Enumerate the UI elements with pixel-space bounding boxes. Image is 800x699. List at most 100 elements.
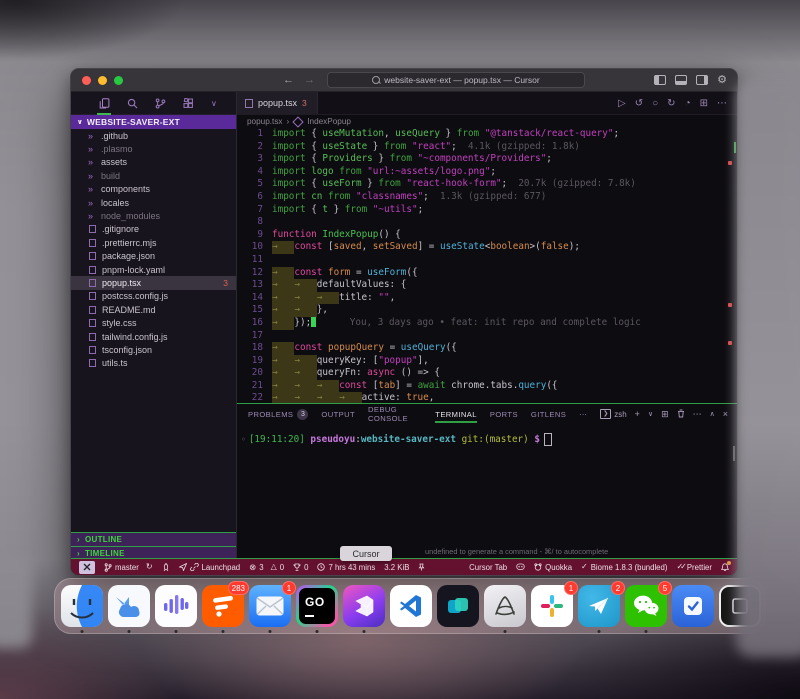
dock-icon-cursor[interactable] [343,585,385,627]
tree-file-tsconfig-json[interactable]: tsconfig.json [71,343,236,356]
tree-file-popup-tsx[interactable]: popup.tsx3 [71,276,236,289]
close-panel-icon[interactable]: × [723,409,728,419]
tree-file-readme-md[interactable]: README.md [71,303,236,316]
dock-icon-waveform-app[interactable] [155,585,197,627]
panel-tab-debug-console[interactable]: DEBUG CONSOLE [368,405,422,423]
search-icon[interactable] [127,98,138,109]
panel-tab--[interactable]: ⋯ [579,410,587,419]
tree-file-postcss-config-js[interactable]: postcss.config.js [71,290,236,303]
run-timer-icon[interactable]: ◔ [685,98,691,109]
panel-controls: ❯zsh + ∨ ⊞ ⋯ ∧ × [600,409,737,420]
quokka-status[interactable]: Quokka [534,563,572,572]
dock: 2831GO125 [54,578,766,634]
chevron-down-icon[interactable]: ∨ [211,99,217,108]
toggle-sidebar-icon[interactable] [654,75,666,85]
outline-section[interactable]: › OUTLINE [71,532,236,546]
command-center-search[interactable]: website-saver-ext — popup.tsx — Cursor [327,72,585,88]
extensions-icon[interactable] [183,98,194,109]
gitlens-launchpad[interactable]: Launchpad [179,563,241,572]
nav-back-button[interactable]: ← [283,69,294,91]
dock-icon-things[interactable] [672,585,714,627]
dock-icon-vscode[interactable] [390,585,432,627]
run-code-icon[interactable]: ▷ [618,98,626,109]
toggle-panel-icon[interactable] [675,75,687,85]
tree-file-pnpm-lock-yaml[interactable]: pnpm-lock.yaml [71,263,236,276]
copilot-status[interactable] [516,563,525,571]
split-terminal-icon[interactable]: ⊞ [661,409,669,420]
tab-popup-tsx[interactable]: popup.tsx 3 [237,92,318,114]
dock-icon-hidden-app[interactable] [719,585,761,627]
dock-icon-goland[interactable]: GO [296,585,338,627]
more-actions-icon[interactable]: ⋯ [717,98,727,109]
explorer-icon[interactable] [99,98,110,109]
terminal-scrollbar[interactable] [733,446,736,461]
tree-item-label: node_modules [101,211,160,221]
dock-icon-finder[interactable] [61,585,103,627]
tree-folder--github[interactable]: ».github [71,129,236,142]
tree-file-style-css[interactable]: style.css [71,316,236,329]
tree-folder-components[interactable]: »components [71,183,236,196]
dock-icon-follow-rss[interactable]: 283 [202,585,244,627]
close-window-button[interactable] [82,76,91,85]
status-bar: master↻ Launchpad ⊗3△0 0 7 hrs 43 mins 3.2 Ki… [71,558,737,575]
tree-file-tailwind-config-js[interactable]: tailwind.config.js [71,330,236,343]
cursor-tab-status[interactable]: Cursor Tab [469,563,507,572]
circle-icon[interactable]: ○ [652,98,658,109]
pin-status[interactable] [418,563,425,571]
titlebar[interactable]: ← → website-saver-ext — popup.tsx — Curs… [71,69,737,92]
notification-badge: 1 [564,581,578,595]
git-branch-status[interactable]: master↻ [104,563,153,572]
split-editor-icon[interactable]: ⊞ [700,98,708,109]
breadcrumb[interactable]: popup.tsx › IndexPopup [237,115,737,128]
panel-tab-ports[interactable]: PORTS [490,410,518,419]
zoom-window-button[interactable] [114,76,123,85]
remote-indicator[interactable] [79,561,95,574]
panel-tab-problems[interactable]: PROBLEMS3 [248,409,308,420]
counter-status[interactable]: 0 [293,563,308,572]
terminal[interactable]: ◦ [19:11:20] pseudoyu : website-saver-ex… [237,424,737,560]
shell-selector[interactable]: ❯zsh [600,409,626,419]
tree-folder-assets[interactable]: »assets [71,156,236,169]
tree-file-package-json[interactable]: package.json [71,250,236,263]
nav-forward-circle-icon[interactable]: ↻ [667,98,675,109]
wakatime-status[interactable]: 7 hrs 43 mins [317,563,375,572]
kill-terminal-icon[interactable] [677,409,685,420]
panel-tab-terminal[interactable]: TERMINAL [435,410,477,419]
terminal-dropdown-icon[interactable]: ∨ [648,410,653,418]
running-indicator-dot [128,630,131,633]
tree-file-utils-ts[interactable]: utils.ts [71,357,236,370]
notifications-bell[interactable] [721,563,729,572]
dock-icon-slack[interactable]: 1 [531,585,573,627]
code-editor[interactable]: 1import { useMutation, useQuery } from "… [237,128,737,403]
dock-icon-mail[interactable]: 1 [249,585,291,627]
dock-icon-sketch-app[interactable] [484,585,526,627]
tree-file--gitignore[interactable]: .gitignore [71,223,236,236]
minimize-window-button[interactable] [98,76,107,85]
filesize-status[interactable]: 3.2 KiB [384,563,409,572]
nav-back-circle-icon[interactable]: ↺ [635,98,643,109]
more-actions-icon[interactable]: ⋯ [693,409,702,420]
nav-forward-button[interactable]: → [304,69,315,91]
tree-file--prettierrc-mjs[interactable]: .prettierrc.mjs [71,236,236,249]
new-terminal-icon[interactable]: + [635,409,640,419]
rocket-status[interactable] [162,563,170,571]
panel-tab-gitlens[interactable]: GITLENS [531,410,566,419]
tree-folder-build[interactable]: »build [71,169,236,182]
biome-status[interactable]: ✓Biome 1.8.3 (bundled) [581,563,667,572]
toggle-secondary-sidebar-icon[interactable] [696,75,708,85]
problems-status[interactable]: ⊗3△0 [249,563,284,572]
maximize-panel-icon[interactable]: ∧ [710,410,715,418]
dock-icon-telegram[interactable]: 2 [578,585,620,627]
settings-gear-icon[interactable]: ⚙ [717,75,727,85]
prettier-status[interactable]: ✓✓Prettier [676,563,712,572]
explorer-root-folder[interactable]: ∨ WEBSITE-SAVER-EXT [71,115,236,129]
tree-folder-locales[interactable]: »locales [71,196,236,209]
pin-icon [418,563,425,571]
dock-icon-wechat[interactable]: 5 [625,585,667,627]
dock-icon-teal-app[interactable] [437,585,479,627]
dock-icon-fox-app[interactable] [108,585,150,627]
source-control-icon[interactable] [155,98,166,109]
panel-tab-output[interactable]: OUTPUT [321,410,355,419]
tree-folder--plasmo[interactable]: ».plasmo [71,142,236,155]
tree-folder-node-modules[interactable]: »node_modules [71,209,236,222]
